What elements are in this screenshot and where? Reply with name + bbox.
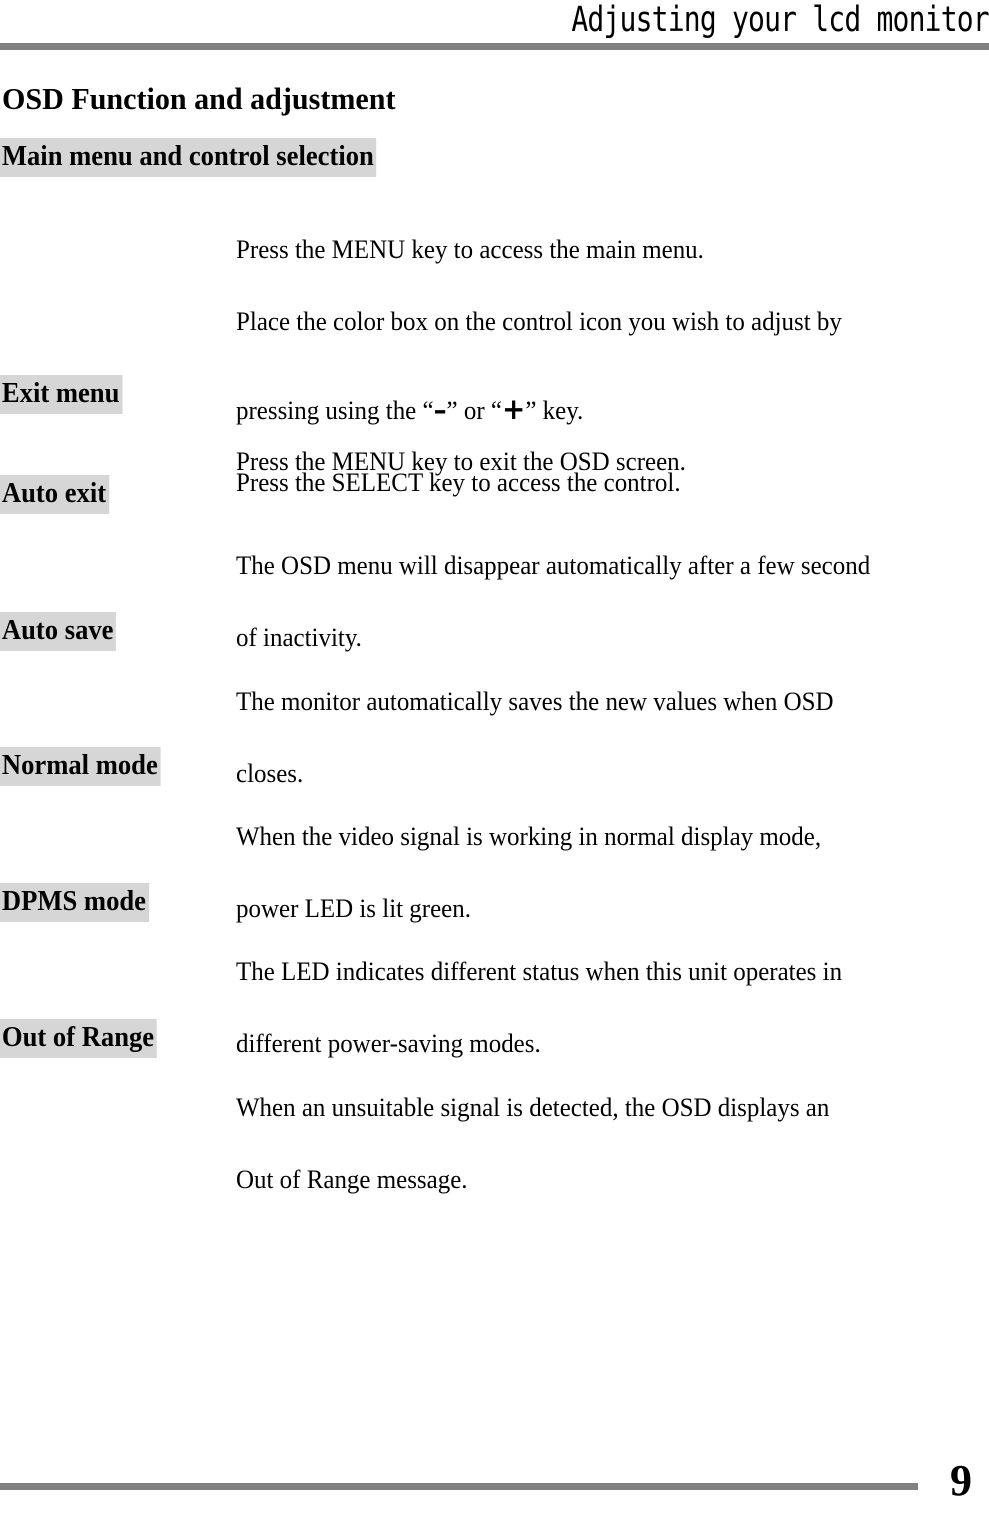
body-line: The OSD menu will disappear automaticall… [236, 551, 871, 580]
header-divider-rule [0, 43, 989, 50]
section-heading-main-menu: Main menu and control selection [0, 138, 377, 177]
section-heading-dpms-mode: DPMS mode [0, 883, 149, 922]
section-heading-normal-mode: Normal mode [0, 747, 161, 786]
body-line: When an unsuitable signal is detected, t… [236, 1093, 830, 1122]
page-number: 9 [950, 1456, 972, 1505]
body-line: The monitor automatically saves the new … [236, 687, 834, 716]
section-heading-auto-exit: Auto exit [0, 475, 109, 514]
manual-page: Adjusting your lcd monitor OSD Function … [0, 0, 989, 1513]
body-line: Out of Range message. [236, 1165, 468, 1194]
section-heading-exit-menu: Exit menu [0, 375, 123, 414]
body-line: Press the MENU key to exit the OSD scree… [236, 447, 686, 476]
section-body-out-of-range: When an unsuitable signal is detected, t… [236, 1054, 962, 1234]
section-heading-auto-save: Auto save [0, 612, 117, 651]
body-line: The LED indicates different status when … [236, 957, 843, 986]
page-title: OSD Function and adjustment [2, 81, 396, 116]
section-body-exit-menu: Press the MENU key to exit the OSD scree… [236, 408, 962, 516]
body-line: When the video signal is working in norm… [236, 822, 822, 851]
footer-divider-rule [0, 1483, 918, 1490]
body-line: Place the color box on the control icon … [236, 307, 842, 336]
page-header: Adjusting your lcd monitor [0, 0, 989, 50]
section-heading-out-of-range: Out of Range [0, 1019, 157, 1058]
body-line: Press the MENU key to access the main me… [236, 235, 704, 264]
running-header-title: Adjusting your lcd monitor [571, 0, 989, 40]
